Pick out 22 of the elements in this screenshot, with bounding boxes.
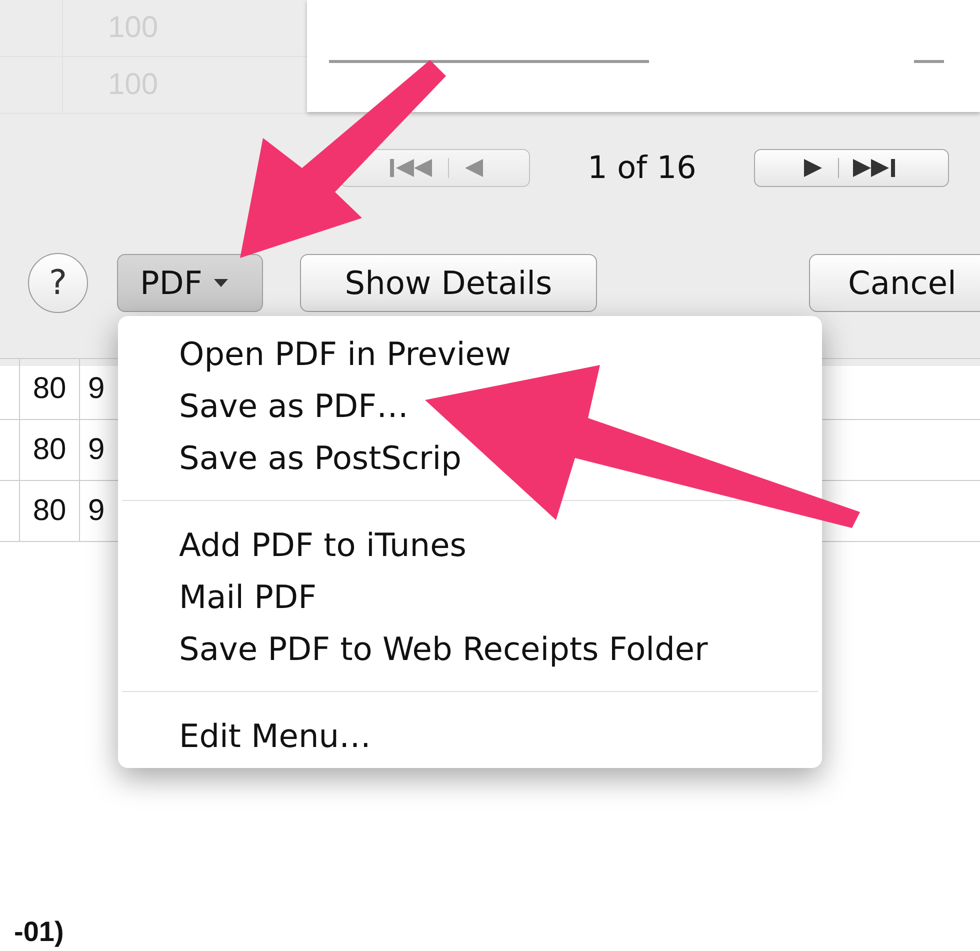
cancel-button[interactable]: Cancel [809, 254, 980, 312]
table-cell-text: 9 [87, 493, 106, 529]
menu-item[interactable]: Mail PDF [118, 571, 822, 623]
caret-icon [214, 278, 228, 288]
table-cell: 80 [20, 481, 80, 541]
menu-item[interactable]: Save as PDF… [118, 380, 822, 432]
document-text: -01) [14, 917, 65, 947]
table-cell-text: 9 [87, 371, 106, 407]
previous-page-control[interactable] [340, 149, 530, 187]
table-cell-text: 9 [87, 432, 106, 468]
table-cell: 80 [20, 420, 80, 480]
menu-item[interactable]: Open PDF in Preview [118, 328, 822, 380]
help-button[interactable]: ? [28, 253, 88, 313]
menu-item[interactable]: Save as PostScrip [118, 432, 822, 484]
pdf-button[interactable]: PDF [117, 254, 263, 312]
table-cell: 80 [20, 359, 80, 419]
next-page-control[interactable] [754, 149, 949, 187]
show-details-button[interactable]: Show Details [300, 254, 597, 312]
menu-item[interactable]: Edit Menu… [118, 710, 822, 762]
menu-item[interactable]: Add PDF to iTunes [118, 519, 822, 571]
menu-item[interactable]: Save PDF to Web Receipts Folder [118, 623, 822, 675]
page-indicator: 1 of 16 [587, 150, 697, 186]
